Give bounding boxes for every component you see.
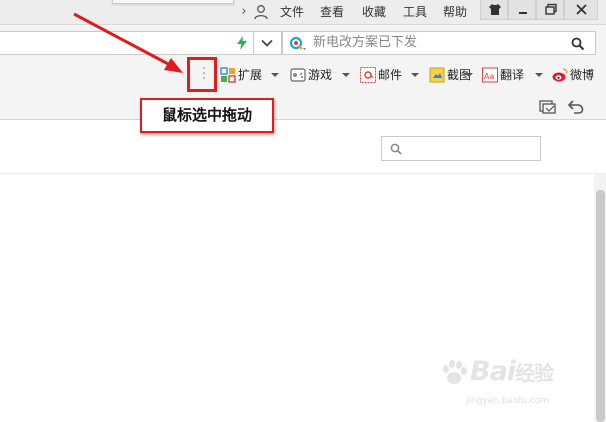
paw-logo-icon <box>443 360 467 384</box>
baidu-jingyan-watermark: Bai经验 jingyan.baidu.com <box>440 355 590 415</box>
watermark-url: jingyan.baidu.com <box>466 396 550 406</box>
watermark-brand: Bai经验 <box>470 356 554 387</box>
annotation-highlight-box <box>187 57 217 92</box>
annotation-label: 鼠标选中拖动 <box>140 98 274 133</box>
